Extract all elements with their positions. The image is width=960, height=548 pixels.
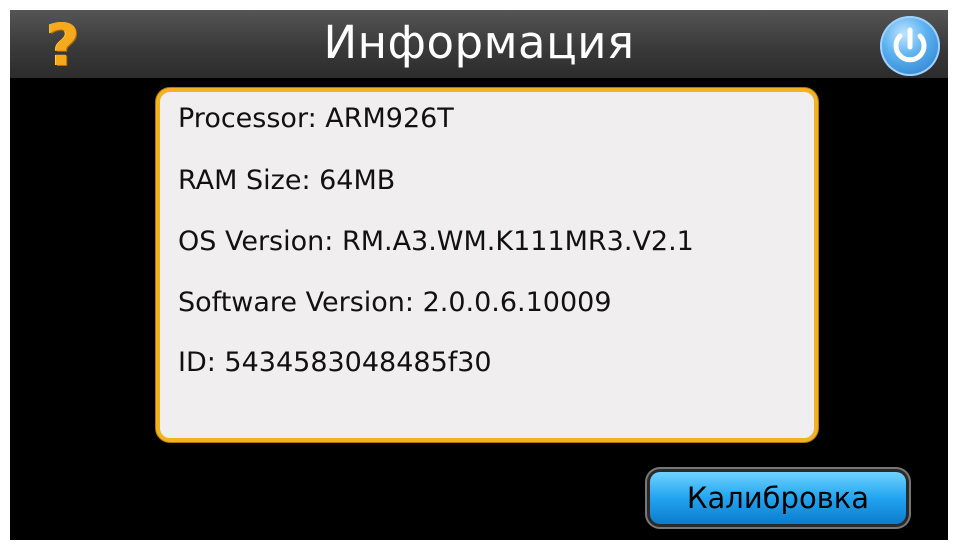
os-version-info: OS Version: RM.A3.WM.K111MR3.V2.1 xyxy=(178,226,694,257)
power-button[interactable] xyxy=(880,16,940,76)
title-bar: ? Информация xyxy=(10,10,948,78)
device-screen: ? Информация Processor: ARM926T RAM Size… xyxy=(10,10,948,540)
software-version-info: Software Version: 2.0.0.6.10009 xyxy=(178,287,612,318)
ram-size-info: RAM Size: 64MB xyxy=(178,165,396,196)
calibration-button[interactable]: Калибровка xyxy=(650,472,906,524)
info-panel: Processor: ARM926T RAM Size: 64MB OS Ver… xyxy=(156,88,818,442)
power-icon xyxy=(893,27,927,63)
processor-info: Processor: ARM926T xyxy=(178,103,454,134)
device-id-info: ID: 5434583048485f30 xyxy=(178,347,492,378)
page-title: Информация xyxy=(323,16,635,69)
